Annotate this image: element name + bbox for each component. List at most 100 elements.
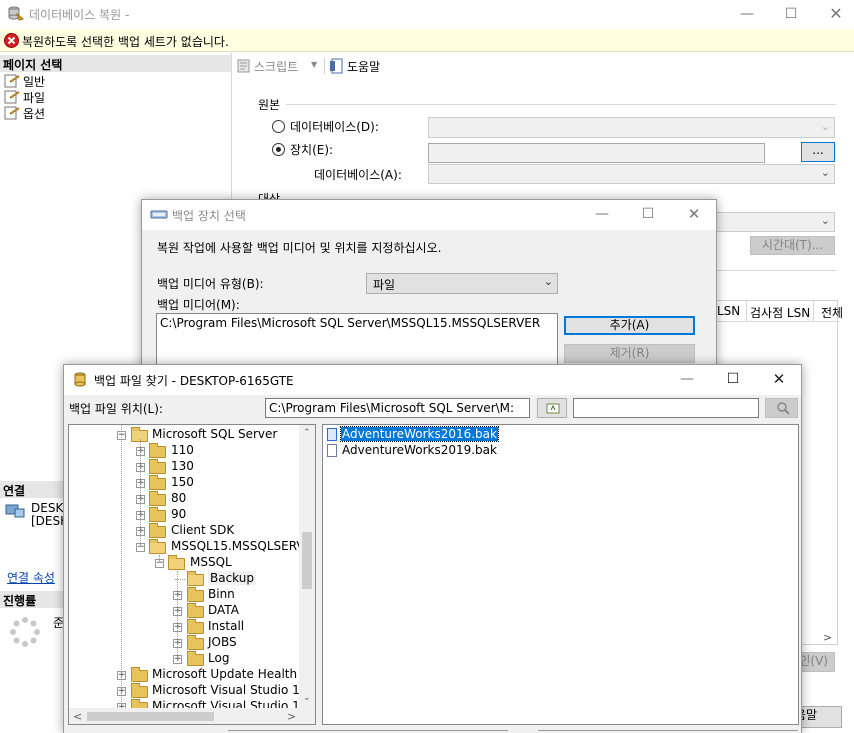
file-dialog-title-bar: 백업 파일 찾기 - DESKTOP-6165GTE — ☐ ✕ [64,365,801,395]
tree-node-visual-studio-14[interactable]: + Microsoft Visual Studio 14 [69,699,299,708]
folder-tree[interactable]: − Microsoft SQL Server + 110 + 130 + 150… [68,424,316,725]
source-group-line [286,104,836,105]
file-item-selected[interactable]: AdventureWorks2016.bak [326,426,499,443]
device-close-button[interactable]: ✕ [671,200,717,230]
radio-database[interactable] [272,120,285,133]
tree-node-install[interactable]: + Install [69,619,299,635]
device-maximize-button[interactable]: ☐ [625,200,671,230]
chevron-down-icon: ⌄ [543,275,553,288]
bak-file-icon [327,428,337,441]
tree-node-microsoft-update-health[interactable]: + Microsoft Update Health T [69,667,299,683]
tree-node-mssql[interactable]: − MSSQL [69,555,299,571]
search-icon [777,402,790,415]
database-icon [74,372,86,387]
tree-node-visual-studio-10[interactable]: + Microsoft Visual Studio 10 [69,683,299,699]
tree-node-110[interactable]: + 110 [69,443,299,459]
tree-node-binn[interactable]: + Binn [69,587,299,603]
remove-media-button[interactable]: 제거(R) [564,344,695,363]
scroll-right-arrow-icon[interactable]: > [287,710,296,723]
tree-node-jobs[interactable]: + JOBS [69,635,299,651]
scroll-up-arrow-icon[interactable]: ⌃ [303,428,311,438]
restore-plan-line [716,270,836,271]
tree-node-90[interactable]: + 90 [69,507,299,523]
file-close-button[interactable]: ✕ [756,365,802,395]
folder-icon [149,475,166,490]
tree-connector [159,555,160,563]
scroll-left-arrow-icon[interactable]: < [73,710,82,723]
help-button[interactable]: 도움말 [329,56,389,76]
tree-scroll-thumb[interactable] [302,532,312,589]
script-button[interactable]: 스크립트 ▼ [236,56,326,76]
tree-connector [177,571,178,659]
device-minimize-button[interactable]: — [579,200,625,230]
page-select-header: 페이지 선택 [0,55,231,72]
connection-server: DESK [31,501,64,515]
grid-scroll-right-arrow[interactable]: > [823,631,832,644]
refresh-location-button[interactable] [537,398,567,418]
close-button[interactable]: ✕ [813,0,854,30]
error-banner: 복원하도록 선택한 백업 세트가 없습니다. [0,29,854,52]
file-maximize-button[interactable]: ☐ [710,365,756,395]
folder-icon [149,507,166,522]
file-list[interactable]: AdventureWorks2016.bak AdventureWorks201… [322,424,799,725]
connection-properties-link[interactable]: 연결 속성 [7,569,55,586]
file-dialog-title: 백업 파일 찾기 - DESKTOP-6165GTE [94,374,294,388]
page-icon [4,106,20,120]
page-item-files[interactable]: 파일 [4,89,124,105]
refresh-icon [546,403,560,414]
file-filter-input[interactable] [573,398,759,418]
page-item-options[interactable]: 옵션 [4,105,124,121]
source-group-label: 원본 [258,98,281,112]
tree-node-80[interactable]: + 80 [69,491,299,507]
error-icon [4,33,19,48]
browse-device-button[interactable]: ... [801,142,835,162]
media-list-label: 백업 미디어(M): [157,298,240,312]
tree-node-mssql15[interactable]: − MSSQL15.MSSQLSERV [69,539,299,555]
folder-icon [149,491,166,506]
folder-icon [149,523,166,538]
search-files-button[interactable] [765,398,798,418]
folder-icon [131,683,148,698]
tree-node-data[interactable]: + DATA [69,603,299,619]
device-input[interactable] [428,143,765,163]
grid-col-checkpoint-lsn: 검사점 LSN [750,306,811,320]
file-item[interactable]: AdventureWorks2019.bak [326,443,497,459]
chevron-down-icon: ⌄ [820,166,830,179]
server-icon [5,504,25,518]
media-list-item[interactable]: C:\Program Files\Microsoft SQL Server\MS… [160,316,540,330]
folder-icon [187,651,204,666]
destination-combo[interactable]: ⌄ [716,212,835,232]
timeline-button[interactable]: 시간대(T)... [750,236,835,255]
page-icon [4,90,20,104]
tree-node-130[interactable]: + 130 [69,459,299,475]
page-item-general[interactable]: 일반 [4,73,124,89]
tree-node-log[interactable]: + Log [69,651,299,667]
scroll-down-arrow-icon[interactable]: ⌄ [303,693,311,703]
tree-hscroll-thumb[interactable] [87,712,214,721]
maximize-button[interactable]: ☐ [768,0,814,30]
file-minimize-button[interactable]: — [664,365,710,395]
restore-database-icon [8,6,24,21]
folder-icon [187,587,204,602]
chevron-down-icon: ⌄ [820,120,830,133]
folder-icon [187,603,204,618]
tree-vertical-scrollbar[interactable]: ⌃ ⌄ [299,425,315,708]
folder-icon [187,571,204,586]
folder-icon [149,443,166,458]
file-location-input[interactable]: C:\Program Files\Microsoft SQL Server\M: [265,398,530,418]
tree-node-150[interactable]: + 150 [69,475,299,491]
device-select-dialog: 백업 장치 선택 — ☐ ✕ 복원 작업에 사용할 백업 미디어 및 위치를 지… [141,199,717,375]
tree-node-backup[interactable]: Backup [69,571,299,587]
database-combo[interactable]: ⌄ [428,117,835,138]
tree-connector [140,439,141,547]
tree-node-microsoft-sql-server[interactable]: − Microsoft SQL Server [69,427,299,443]
main-title-bar: 데이터베이스 복원 - — ☐ ✕ [0,0,854,28]
device-database-combo[interactable]: ⌄ [428,164,835,184]
minimize-button[interactable]: — [724,0,770,30]
grid-col-sep [813,301,814,321]
tree-node-client-sdk[interactable]: + Client SDK [69,523,299,539]
add-media-button[interactable]: 추가(A) [564,316,695,335]
media-type-select[interactable]: 파일 ⌄ [366,273,558,294]
tree-horizontal-scrollbar[interactable]: < > [69,708,315,724]
radio-device[interactable] [272,143,285,156]
